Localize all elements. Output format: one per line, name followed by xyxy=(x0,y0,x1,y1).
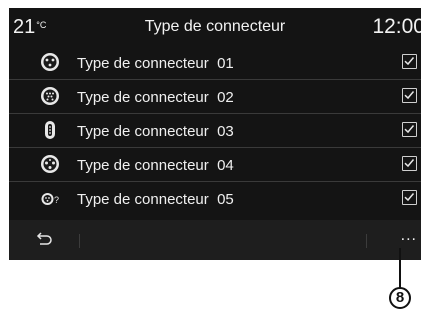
more-options-button[interactable]: ... xyxy=(401,228,417,244)
connector-label: Type de connecteur 05 xyxy=(77,191,234,208)
page-title: Type de connecteur xyxy=(144,18,286,35)
callout-number: 8 xyxy=(389,287,411,309)
connector-checkbox[interactable] xyxy=(402,190,417,205)
connector-type-03-icon xyxy=(45,121,55,139)
connector-checkbox[interactable] xyxy=(402,122,417,137)
connector-checkbox[interactable] xyxy=(402,54,417,69)
connector-row-01[interactable]: Type de connecteur 01 xyxy=(9,46,421,80)
connector-type-01-icon xyxy=(41,53,59,71)
clock: 12:00 xyxy=(372,15,421,38)
connector-checkbox[interactable] xyxy=(402,88,417,103)
connector-type-02-icon xyxy=(41,87,59,105)
bottom-bar: ... xyxy=(9,220,421,260)
connector-checkbox[interactable] xyxy=(402,156,417,171)
callout-line xyxy=(399,248,401,289)
svg-text:?: ? xyxy=(54,195,59,205)
connector-type-04-icon xyxy=(41,155,59,173)
connector-type-screen: 21°C Type de connecteur 12:00 Type de co… xyxy=(9,8,421,260)
connector-row-02[interactable]: Type de connecteur 02 xyxy=(9,80,421,114)
connector-type-05-icon: ? xyxy=(41,193,59,205)
divider xyxy=(366,234,367,248)
connector-row-03[interactable]: Type de connecteur 03 xyxy=(9,114,421,148)
header-bar: 21°C Type de connecteur 12:00 xyxy=(9,8,421,46)
connector-label: Type de connecteur 01 xyxy=(77,55,234,72)
back-arrow-icon[interactable] xyxy=(35,232,53,246)
connector-label: Type de connecteur 03 xyxy=(77,123,234,140)
connector-label: Type de connecteur 04 xyxy=(77,157,234,174)
connector-row-04[interactable]: Type de connecteur 04 xyxy=(9,148,421,182)
connector-label: Type de connecteur 02 xyxy=(77,89,234,106)
divider xyxy=(79,234,80,248)
connector-row-05[interactable]: ? Type de connecteur 05 xyxy=(9,182,421,216)
